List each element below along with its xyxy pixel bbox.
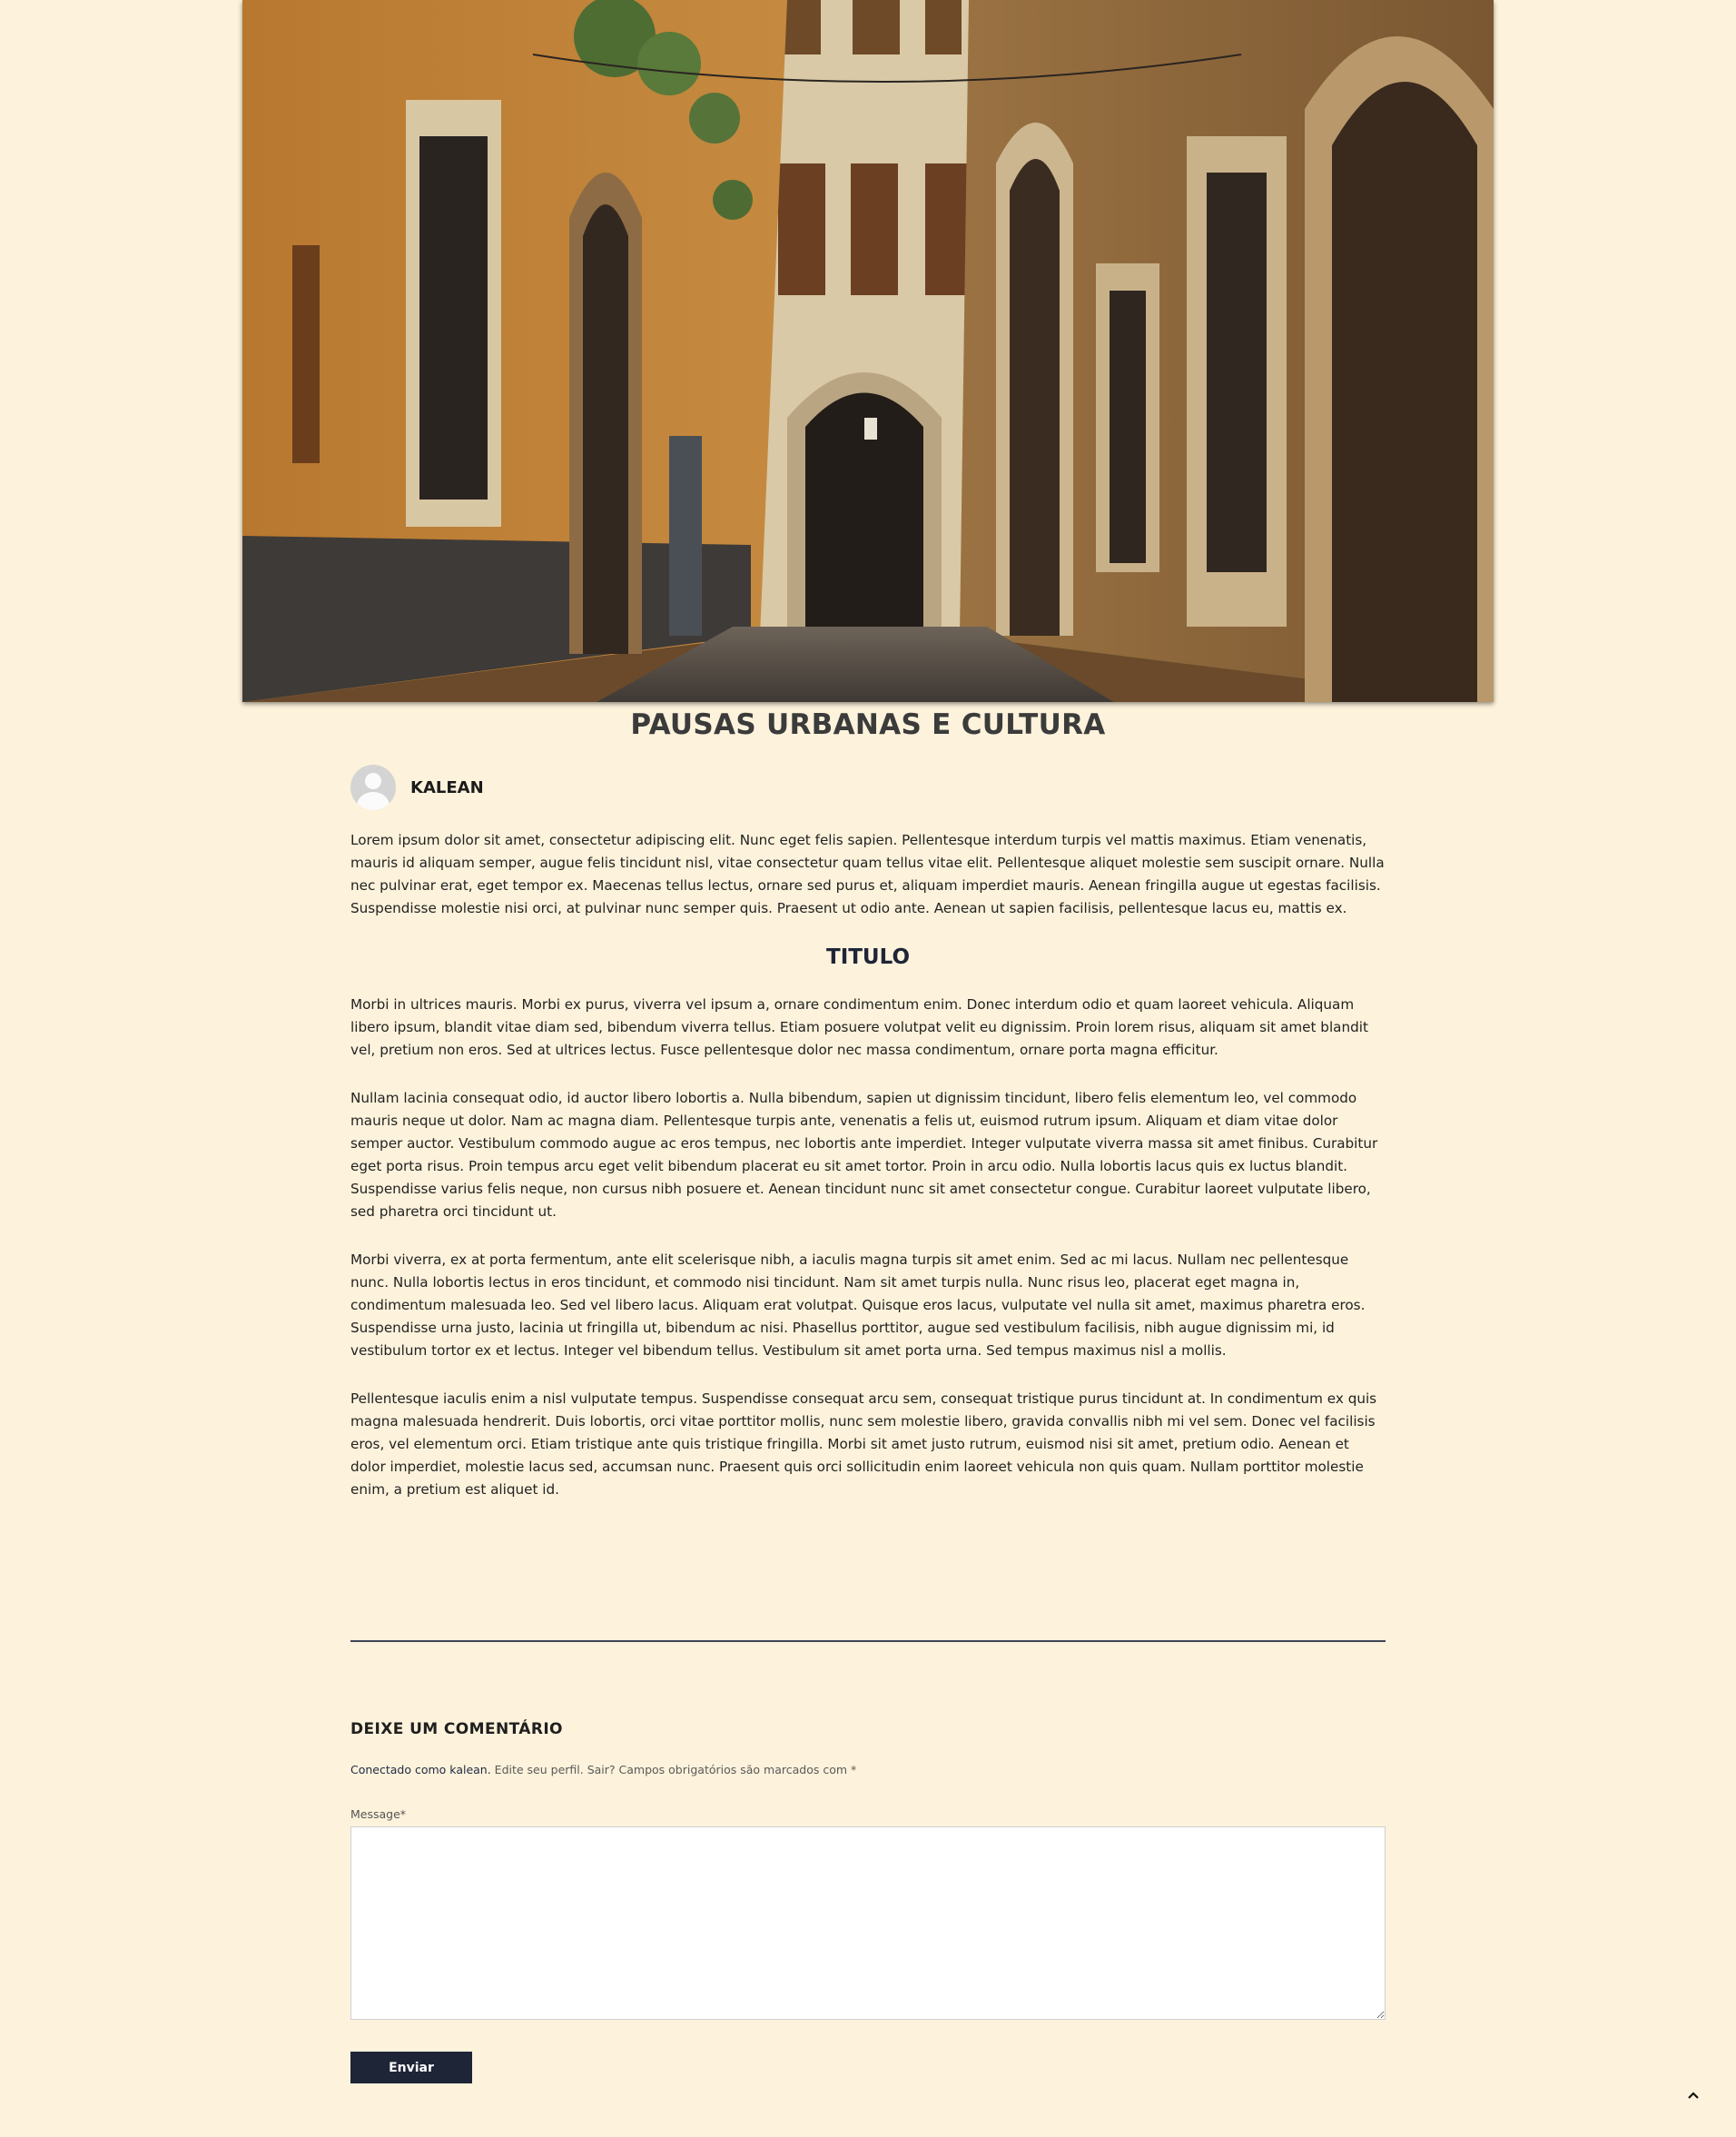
logged-in-rest: Edite seu perfil. Sair? Campos obrigatór…: [490, 1763, 857, 1776]
message-textarea[interactable]: [350, 1826, 1386, 2020]
avatar: [350, 765, 396, 810]
post-title: PAUSAS URBANAS E CULTURA: [630, 708, 1106, 741]
post-content: Lorem ipsum dolor sit amet, consectetur …: [350, 829, 1386, 1527]
paragraph: Lorem ipsum dolor sit amet, consectetur …: [350, 832, 1385, 916]
paragraph: Pellentesque iaculis enim a nisl vulputa…: [350, 1390, 1377, 1498]
logged-in-notice: Conectado como kalean. Edite seu perfil.…: [350, 1763, 856, 1776]
author-name[interactable]: KALEAN: [410, 778, 484, 797]
paragraph: Morbi viverra, ex at porta fermentum, an…: [350, 1252, 1366, 1359]
paragraph: Morbi in ultrices mauris. Morbi ex purus…: [350, 996, 1368, 1058]
submit-button[interactable]: Enviar: [350, 2052, 472, 2083]
chevron-up-icon[interactable]: [1684, 2086, 1702, 2104]
paragraph: Nullam lacinia consequat odio, id auctor…: [350, 1090, 1378, 1220]
author-block: KALEAN: [350, 765, 484, 810]
section-heading: TITULO: [826, 945, 910, 969]
hero-image: [242, 0, 1494, 702]
message-label: Message*: [350, 1807, 407, 1821]
divider: [350, 1640, 1386, 1642]
comment-heading: DEIXE UM COMENTÁRIO: [350, 1720, 563, 1738]
logged-in-link[interactable]: Conectado como kalean.: [350, 1763, 491, 1776]
